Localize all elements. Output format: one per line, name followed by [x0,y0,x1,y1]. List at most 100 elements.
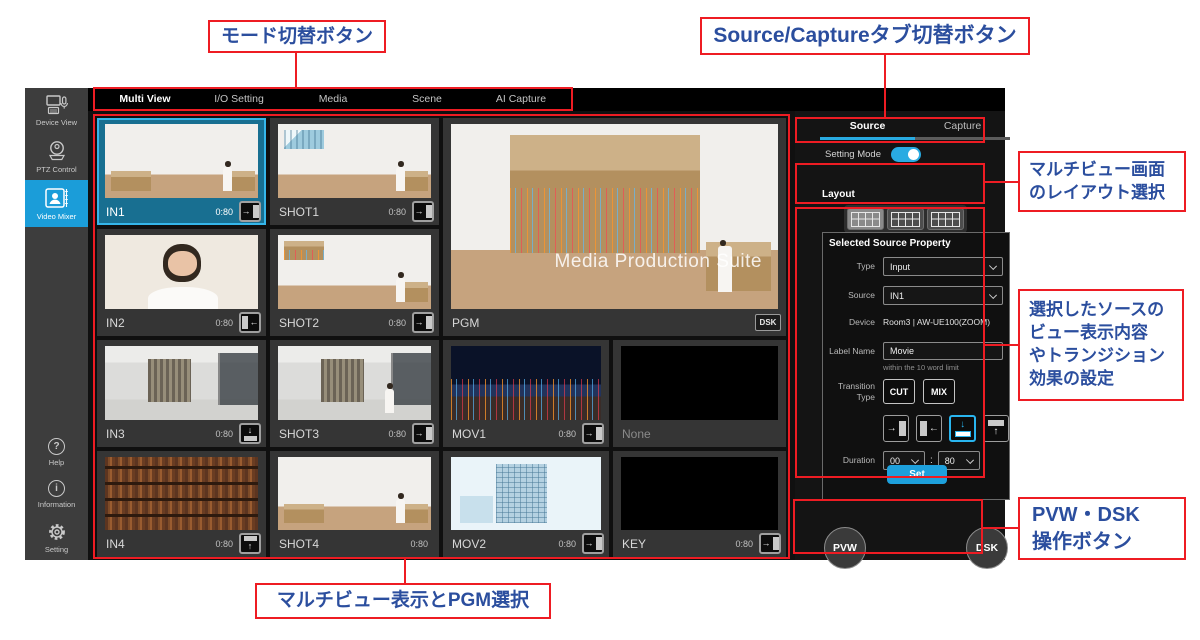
tile-shot1[interactable]: SHOT10:80→ [270,118,439,225]
tile-none-thumbnail [621,346,778,420]
sidebar-item-device-view[interactable]: Device View [25,88,88,133]
layout-option-3-button[interactable] [927,208,964,230]
tile-mov1[interactable]: MOV10:80→ [443,340,609,447]
tile-shot3[interactable]: SHOT30:80→ [270,340,439,447]
callout-multiview-pgm: マルチビュー表示とPGM選択 [255,583,551,619]
duration-seconds-value: 00 [890,456,900,466]
tile-in3[interactable]: IN30:80↓ [97,340,266,447]
tile-key[interactable]: KEY0:80→ [613,451,786,557]
tile-mov2[interactable]: MOV20:80→ [443,451,609,557]
tile-duration: 0:80 [215,318,233,328]
source-value: IN1 [890,291,904,301]
tab-capture-label: Capture [944,120,981,132]
tile-shot3-thumbnail [278,346,431,420]
layout-label: Layout [822,189,1008,200]
duration-label: Duration [823,455,875,466]
tile-shot1-thumbnail [278,124,431,198]
watermark-text: Media Production Suite [555,251,762,273]
wipe-down-button[interactable]: ↓ [949,415,975,442]
type-label: Type [823,261,875,272]
wipe-right-button[interactable]: → [883,415,909,442]
source-row: Source IN1 [823,286,1009,305]
type-select[interactable]: Input [883,257,1003,276]
sidebar-item-video-mixer[interactable]: Video Mixer [25,180,88,227]
tab-media[interactable]: Media [286,88,380,109]
tile-mov2-thumbnail [451,457,601,530]
layout-grid-icon [891,212,920,227]
label-name-row: Label Name Movie [823,342,1009,360]
tab-source[interactable]: Source [820,116,915,140]
tile-label: PGM [452,316,479,330]
tile-label: MOV2 [452,537,486,551]
tile-shot4[interactable]: SHOT40:80 [270,451,439,557]
layout-option-1-button[interactable] [847,208,884,230]
source-capture-tabs: Source Capture [820,116,1010,140]
setting-mode-row: Setting Mode [825,147,921,162]
tile-pgm[interactable]: Media Production Suite PGM DSK [443,118,786,336]
device-row: Device Room3 | AW-UE100(ZOOM) [823,317,1009,328]
tab-scene[interactable]: Scene [380,88,474,109]
tile-in4[interactable]: IN40:80↑ [97,451,266,557]
sidebar-item-information[interactable]: i Information [25,473,88,515]
wipe-left-icon: ← [239,312,261,333]
callout-source-capture: Source/Captureタブ切替ボタン [700,17,1030,55]
connector-line [404,559,406,583]
label-name-label: Label Name [823,346,875,357]
tile-label: SHOT3 [279,427,319,441]
sidebar-item-ptz-control[interactable]: PTZ Control [25,133,88,180]
dsk-button[interactable]: DSK [966,527,1008,569]
setting-mode-toggle[interactable] [891,147,921,162]
tile-label: IN1 [106,205,125,219]
cut-button[interactable]: CUT [883,379,915,404]
device-label: Device [823,317,875,328]
sidebar-item-setting[interactable]: Setting [25,515,88,560]
tile-label: IN4 [106,537,125,551]
wipe-direction-row: → ← ↓ ↑ [823,415,1009,442]
sidebar-spacer [25,227,88,431]
tab-capture[interactable]: Capture [915,116,1010,140]
tile-duration: 0:80 [215,207,233,217]
transition-type-label: TransitionType [823,381,875,402]
layout-grid-icon [931,212,960,227]
sidebar-item-label: Device View [36,118,77,127]
wipe-right-icon: → [582,423,604,444]
information-icon: i [48,480,65,497]
right-panel: Source Capture Setting Mode Layout Selec… [795,111,1005,560]
dsk-badge-button[interactable]: DSK [755,314,781,331]
source-select[interactable]: IN1 [883,286,1003,305]
setting-mode-label: Setting Mode [825,149,881,160]
tile-mov1-thumbnail [451,346,601,420]
tile-duration: 0:80 [215,539,233,549]
property-header: Selected Source Property [823,233,1009,249]
gear-icon [47,522,67,542]
tile-none[interactable]: None [613,340,786,447]
set-button[interactable]: Set [887,465,947,484]
tile-duration: 0:80 [388,429,406,439]
tab-source-label: Source [850,120,886,132]
tile-pgm-thumbnail: Media Production Suite [451,124,778,309]
type-value: Input [890,262,910,272]
mix-button[interactable]: MIX [923,379,955,404]
pvw-button[interactable]: PVW [824,527,866,569]
tile-in3-thumbnail [105,346,258,420]
tab-multi-view[interactable]: Multi View [98,88,192,109]
sidebar-item-label: Setting [45,545,68,554]
sidebar-item-help[interactable]: ? Help [25,431,88,473]
layout-option-2-button[interactable] [887,208,924,230]
tile-in1[interactable]: IN10:80→ [97,118,266,225]
tile-shot2[interactable]: SHOT20:80→ [270,229,439,336]
selected-source-property-panel: Selected Source Property Type Input Sour… [822,232,1010,500]
wipe-right-icon: → [412,312,434,333]
pvw-dsk-section: PVW DSK [822,525,1010,575]
tile-in4-thumbnail [105,457,258,530]
wipe-left-button[interactable]: ← [916,415,942,442]
label-name-input[interactable]: Movie [883,342,1003,360]
wipe-up-button[interactable]: ↑ [983,415,1009,442]
sidebar: Device View PTZ Control Video Mixer ? He… [25,88,88,560]
layout-section: Layout [822,189,1008,233]
tab-ai-capture[interactable]: AI Capture [474,88,568,109]
ptz-camera-icon [45,140,69,162]
duration-frames-value: 80 [945,456,955,466]
tab-io-setting[interactable]: I/O Setting [192,88,286,109]
tile-in2[interactable]: IN20:80← [97,229,266,336]
